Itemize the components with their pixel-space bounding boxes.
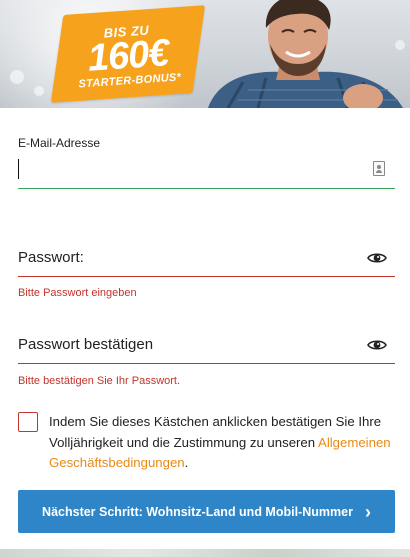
promo-banner: BIS ZU 160€ STARTER-BONUS* [0,0,410,108]
bonus-badge-text: BIS ZU 160€ STARTER-BONUS* [55,5,201,103]
text-caret [18,159,19,179]
smiling-man-photo [208,0,403,108]
consent-suffix: . [184,455,189,470]
email-label: E-Mail-Adresse [18,136,101,150]
password-error: Bitte Passwort eingeben [18,287,137,299]
consent-checkbox[interactable] [18,412,38,432]
eye-icon[interactable] [367,338,387,352]
bokeh-light [34,86,44,96]
email-field[interactable] [18,154,395,189]
eye-icon[interactable] [367,251,387,265]
footer-strip [0,549,410,557]
password-confirm-error: Bitte bestätigen Sie Ihr Passwort. [18,375,181,387]
consent-text: Indem Sie dieses Kästchen anklicken best… [49,412,399,474]
contact-card-icon [373,161,385,176]
password-confirm-field[interactable]: Passwort bestätigen [18,327,395,364]
password-confirm-label: Passwort bestätigen [18,336,154,353]
chevron-right-icon: › [364,501,371,522]
next-step-button[interactable]: Nächster Schritt: Wohnsitz-Land und Mobi… [18,490,395,533]
bokeh-light [10,70,24,84]
password-label: Passwort: [18,249,84,266]
next-step-label: Nächster Schritt: Wohnsitz-Land und Mobi… [42,504,353,519]
password-field[interactable]: Passwort: [18,240,395,277]
